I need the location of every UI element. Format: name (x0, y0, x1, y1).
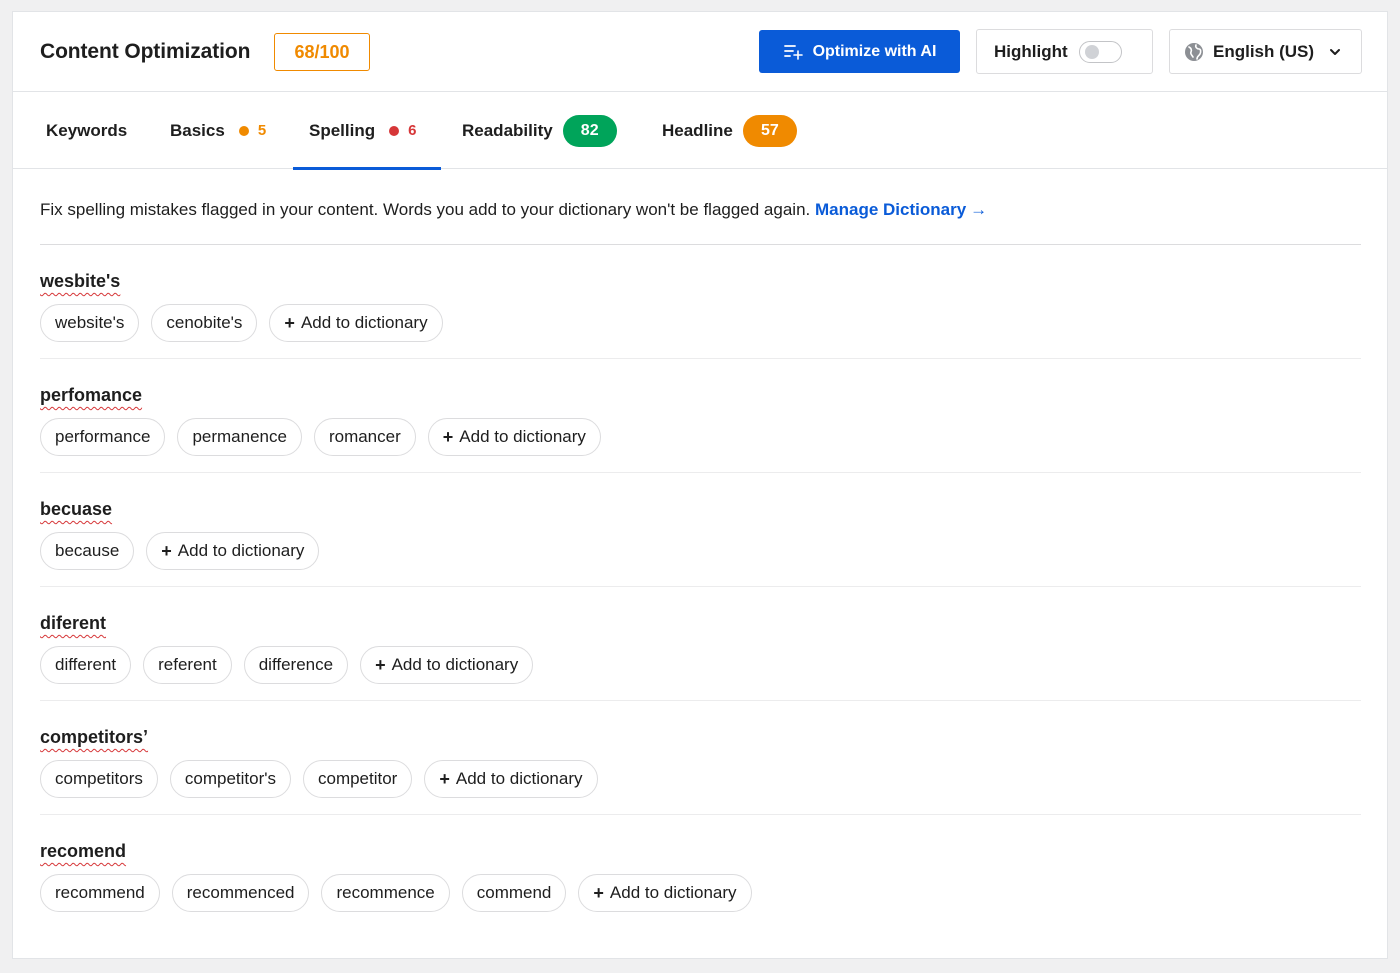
arrow-right-icon: → (970, 200, 988, 219)
content-optimization-panel: Content Optimization 68/100 Optimize wit… (12, 11, 1388, 959)
plus-icon: + (439, 768, 450, 789)
add-to-dictionary-label: Add to dictionary (609, 883, 737, 902)
add-to-dictionary-label: Add to dictionary (177, 541, 305, 560)
page-title: Content Optimization (40, 40, 251, 63)
misspelled-word: perfomance (40, 385, 143, 405)
tab-spelling[interactable]: Spelling 6 (293, 92, 441, 170)
suggestion-chip[interactable]: competitor's (169, 760, 291, 798)
plus-icon: + (375, 654, 386, 675)
score-badge: 68/100 (274, 33, 370, 71)
add-to-dictionary-label: Add to dictionary (459, 427, 586, 446)
plus-icon: + (442, 426, 454, 447)
highlight-label: Highlight (994, 41, 1068, 61)
suggestion-chip[interactable]: competitors (40, 760, 158, 798)
suggestion-list: competitors competitor's competitor + Add to… (40, 760, 1361, 798)
panel-header: Content Optimization 68/100 Optimize wit… (13, 12, 1387, 92)
suggestion-chip[interactable]: different (40, 646, 132, 684)
suggestion-chip[interactable]: permanence (177, 418, 302, 456)
optimize-with-ai-button[interactable]: Optimize with AI (759, 30, 960, 73)
globe-icon (1185, 42, 1203, 61)
manage-dictionary-link[interactable]: Manage Dictionary → (815, 200, 987, 219)
suggestion-chip[interactable]: website's (40, 304, 140, 342)
spelling-content: Fix spelling mistakes flagged in your co… (13, 169, 1387, 929)
tab-label: Spelling (309, 120, 376, 140)
status-dot (389, 125, 400, 136)
suggestion-list: recommend recommenced recommence commend + Ad… (40, 874, 1361, 912)
add-to-dictionary-button[interactable]: + Add to dictionary (424, 760, 598, 798)
add-to-dictionary-button[interactable]: + Add to dictionary (146, 532, 320, 570)
tab-headline[interactable]: Headline 57 (662, 92, 797, 169)
add-to-dictionary-button[interactable]: + Add to dictionary (360, 646, 534, 684)
suggestion-list: different referent difference + Add to dicti… (40, 646, 1361, 684)
misspelled-word: wesbite's (40, 271, 121, 291)
manage-dictionary-label: Manage Dictionary (815, 200, 967, 219)
language-value: English (US) (1213, 41, 1315, 61)
chevron-down-icon (1330, 48, 1341, 55)
score-pill: 82 (562, 114, 617, 147)
suggestion-chip[interactable]: because (40, 532, 135, 570)
status-dot (238, 125, 249, 136)
add-to-dictionary-label: Add to dictionary (300, 313, 428, 332)
misspelled-word: diferent (40, 613, 107, 633)
toggle-knob (1084, 44, 1099, 59)
intro-text: Fix spelling mistakes flagged in your co… (40, 169, 1361, 245)
tab-bar: Keywords Basics 5 Spelling 6 Readability… (13, 92, 1387, 170)
highlight-toggle[interactable] (1078, 40, 1122, 63)
add-to-dictionary-button[interactable]: + Add to dictionary (578, 874, 752, 912)
spelling-issue: wesbite's website's cenobite's + Add to dict… (40, 245, 1361, 359)
issue-count: 6 (408, 122, 417, 139)
issue-list: wesbite's website's cenobite's + Add to dict… (40, 245, 1361, 929)
intro-description: Fix spelling mistakes flagged in your co… (40, 200, 811, 219)
plus-icon: + (593, 882, 604, 903)
plus-icon: + (161, 540, 172, 561)
add-to-dictionary-button[interactable]: + Add to dictionary (269, 304, 443, 342)
suggestion-chip[interactable]: recommend (40, 874, 160, 912)
tab-readability[interactable]: Readability 82 (462, 92, 617, 169)
suggestion-chip[interactable]: difference (243, 646, 349, 684)
add-to-dictionary-label: Add to dictionary (391, 655, 519, 674)
spelling-issue: becuase because + Add to dictionary (40, 473, 1361, 587)
misspelled-word: recomend (40, 841, 127, 861)
suggestion-chip[interactable]: competitor (302, 760, 413, 798)
optimize-with-ai-label: Optimize with AI (812, 42, 937, 60)
ai-sparkle-list-icon (783, 44, 803, 60)
tab-label: Readability (462, 120, 553, 140)
misspelled-word: becuase (40, 499, 113, 519)
language-select[interactable]: English (US) (1169, 29, 1362, 74)
suggestion-chip[interactable]: referent (143, 646, 232, 684)
tab-keywords[interactable]: Keywords (46, 92, 127, 169)
spelling-issue: perfomance performance permanence romancer +… (40, 359, 1361, 473)
suggestion-chip[interactable]: romancer (313, 418, 416, 456)
tab-label: Keywords (46, 120, 128, 140)
suggestion-chip[interactable]: commend (461, 874, 567, 912)
issue-count: 5 (257, 122, 267, 139)
highlight-toggle-container: Highlight (976, 29, 1153, 74)
suggestion-chip[interactable]: cenobite's (151, 304, 258, 342)
tab-basics[interactable]: Basics 5 (170, 92, 266, 169)
spelling-issue: competitors’ competitors competitor's compe… (40, 701, 1361, 815)
tab-label: Basics (170, 120, 225, 140)
spelling-issue: diferent different referent difference + Add … (40, 587, 1361, 701)
suggestion-chip[interactable]: performance (40, 418, 166, 456)
suggestion-chip[interactable]: recommence (321, 874, 450, 912)
score-pill: 57 (742, 114, 797, 147)
add-to-dictionary-button[interactable]: + Add to dictionary (427, 418, 601, 456)
spelling-issue: recomend recommend recommenced recommence co… (40, 815, 1361, 929)
suggestion-list: because + Add to dictionary (40, 532, 1361, 570)
tab-label: Headline (662, 120, 733, 140)
suggestion-list: website's cenobite's + Add to dictionary (40, 304, 1361, 342)
add-to-dictionary-label: Add to dictionary (455, 769, 583, 788)
misspelled-word: competitors’ (40, 727, 149, 747)
plus-icon: + (284, 312, 295, 333)
suggestion-list: performance permanence romancer + Add to dic… (40, 418, 1361, 456)
suggestion-chip[interactable]: recommenced (171, 874, 310, 912)
